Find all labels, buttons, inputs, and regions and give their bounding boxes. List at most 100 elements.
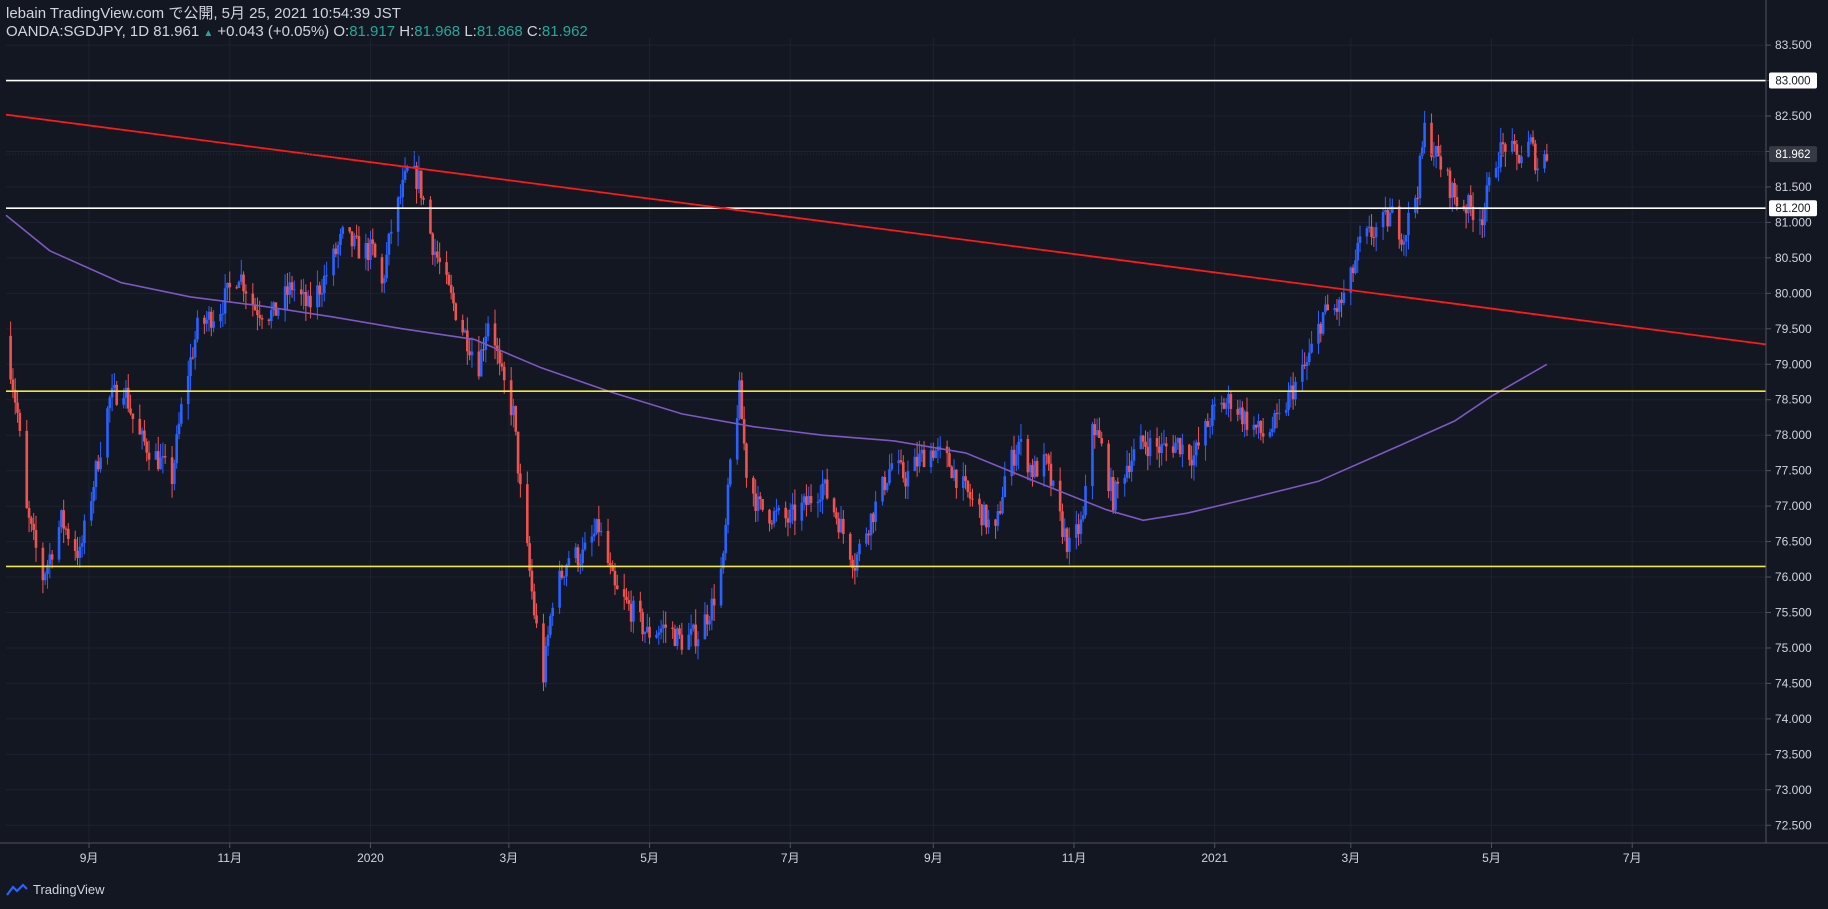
candle-body [286,286,289,295]
candle-body [1111,477,1115,511]
y-tick-label: 79.000 [1775,357,1812,371]
candle-body [1229,394,1233,409]
candle-body [1236,408,1240,415]
candle-body [1354,260,1357,274]
candle-body [987,519,990,528]
candle-body [1517,154,1521,164]
candle-body [1448,170,1452,198]
candle-body [1467,195,1470,214]
candle-body [728,459,732,485]
candle-body [1003,476,1007,498]
candle-body [1464,208,1468,214]
candle-body [1455,197,1459,207]
candle-body [1132,449,1136,461]
candle-body [1287,392,1290,411]
x-tick-label: 7月 [1623,851,1642,865]
candle-body [1259,420,1263,434]
tradingview-brand[interactable]: TradingView [6,882,105,897]
candle-body [431,233,435,255]
candle-body [1335,308,1339,312]
candle-body [1391,206,1394,213]
candle-body [1148,438,1152,457]
candle-body [159,457,162,470]
candle-body [793,504,797,521]
candle-body [858,543,861,555]
candle-body [1019,439,1023,442]
candle-body [1504,144,1507,152]
candle-body [50,554,54,560]
candle-body [401,179,405,198]
y-tick-label: 77.000 [1775,499,1812,513]
candle-body [692,624,695,629]
y-tick-label: 82.500 [1775,109,1812,123]
candle-body [493,323,497,346]
candle-body [1317,323,1320,344]
candle-body [30,517,33,524]
candle-body [438,257,441,263]
candle-body [1349,267,1353,293]
candle-body [915,456,919,467]
candle-body [546,634,550,646]
candle-body [498,350,501,364]
candle-body [1418,155,1422,199]
candle-body [1273,413,1276,429]
price-chart[interactable]: 72.500 73.000 73.500 74.000 74.500 75.000 75.5… [0,0,1828,909]
candle-body [544,645,548,683]
candle-body [809,496,813,504]
candle-body [449,284,453,293]
candle-body [1469,195,1473,207]
candle-body [239,274,243,282]
candle-body [353,235,356,247]
candle-body [316,285,319,308]
candle-body [463,330,467,333]
candle-body [1158,446,1161,453]
candle-body [583,542,587,550]
candle-body [1388,212,1392,227]
candle-body [290,282,294,291]
candle-body [756,496,760,511]
candle-body [1213,404,1217,406]
candle-body [382,278,386,284]
candle-body [922,449,926,468]
symbol-interval[interactable]: OANDA:SGDJPY, 1D [6,23,149,40]
candle-body [1534,143,1537,171]
candle-body [592,533,596,537]
candle-body [1252,424,1256,430]
candle-body [92,487,95,502]
candle-body [532,591,536,616]
candle-body [1414,197,1417,213]
price-change: +0.043 (+0.05%) [217,23,330,40]
candle-body [980,504,984,526]
candle-body [821,483,824,500]
candle-body [64,528,68,530]
candle-body [1197,442,1200,446]
candle-body [48,554,52,565]
candle-body [549,616,552,635]
candle-body [597,519,601,533]
candle-body [283,286,287,310]
candle-body [754,493,757,511]
symbol-ohlc-line[interactable]: OANDA:SGDJPY, 1D 81.961 ▲ +0.043 (+0.05%… [6,23,588,43]
candle-body [502,366,506,381]
candle-body [662,624,665,629]
candle-body [807,496,811,505]
candle-body [1277,412,1281,414]
candle-body [272,302,275,311]
y-tick-label: 81.000 [1775,215,1812,229]
candle-body [680,634,684,650]
candle-body [244,291,248,294]
candle-body [1192,455,1196,466]
candle-body [966,480,970,492]
candle-body [823,479,827,484]
candle-body [138,418,142,435]
x-tick-label: 2021 [1201,851,1228,865]
candle-body [791,504,794,510]
candle-body [1268,432,1272,437]
candle-body [336,245,340,255]
candle-body [934,450,937,458]
candle-body [258,315,262,318]
candle-body [535,615,538,624]
candle-body [897,460,900,464]
candle-body [1017,441,1020,455]
candle-body [816,501,820,504]
